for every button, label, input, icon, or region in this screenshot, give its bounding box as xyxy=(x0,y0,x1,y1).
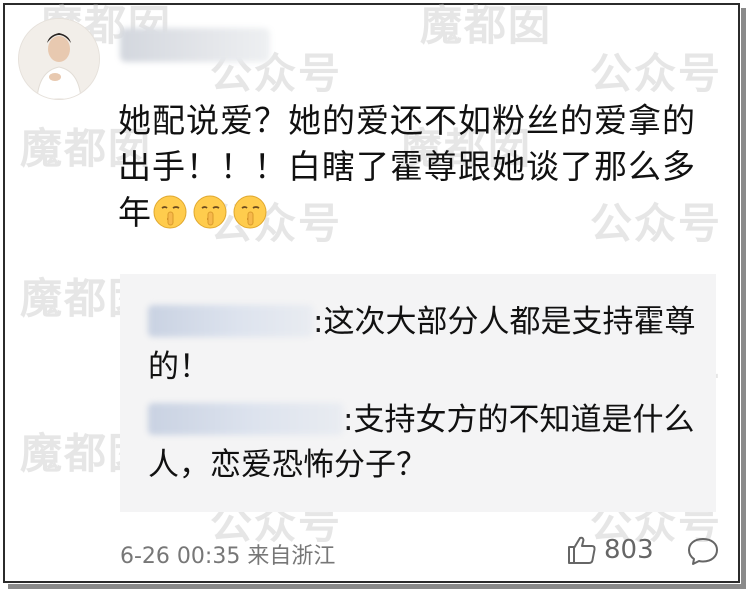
comment-bubble-icon xyxy=(688,538,718,565)
shushing-face-emoji xyxy=(193,195,227,229)
avatar[interactable] xyxy=(18,18,100,100)
reply-item[interactable]: :支持女方的不知道是什么人，恋爱恐怖分子？ xyxy=(148,398,708,488)
comment-text: 她配说爱？她的爱还不如粉丝的爱拿的出手！！！白瞎了霍尊跟她谈了那么多年 xyxy=(118,98,728,236)
shushing-face-emoji xyxy=(153,195,187,229)
thumbs-up-icon xyxy=(568,536,596,564)
frame-shadow-bottom xyxy=(8,584,746,589)
frame-shadow-right xyxy=(741,8,746,586)
like-button[interactable]: 803 xyxy=(566,535,654,565)
timestamp-location: 6-26 00:35 来自浙江 xyxy=(120,544,336,569)
comment-button[interactable] xyxy=(686,536,720,570)
emoji-group xyxy=(152,194,268,230)
reply-username-blurred[interactable] xyxy=(148,403,343,435)
avatar-image xyxy=(19,19,99,99)
username-blurred[interactable] xyxy=(120,28,270,62)
reply-username-blurred[interactable] xyxy=(148,305,313,337)
shushing-face-emoji xyxy=(233,195,267,229)
like-count: 803 xyxy=(604,535,654,565)
reply-item[interactable]: :这次大部分人都是支持霍尊的！ xyxy=(148,300,708,390)
